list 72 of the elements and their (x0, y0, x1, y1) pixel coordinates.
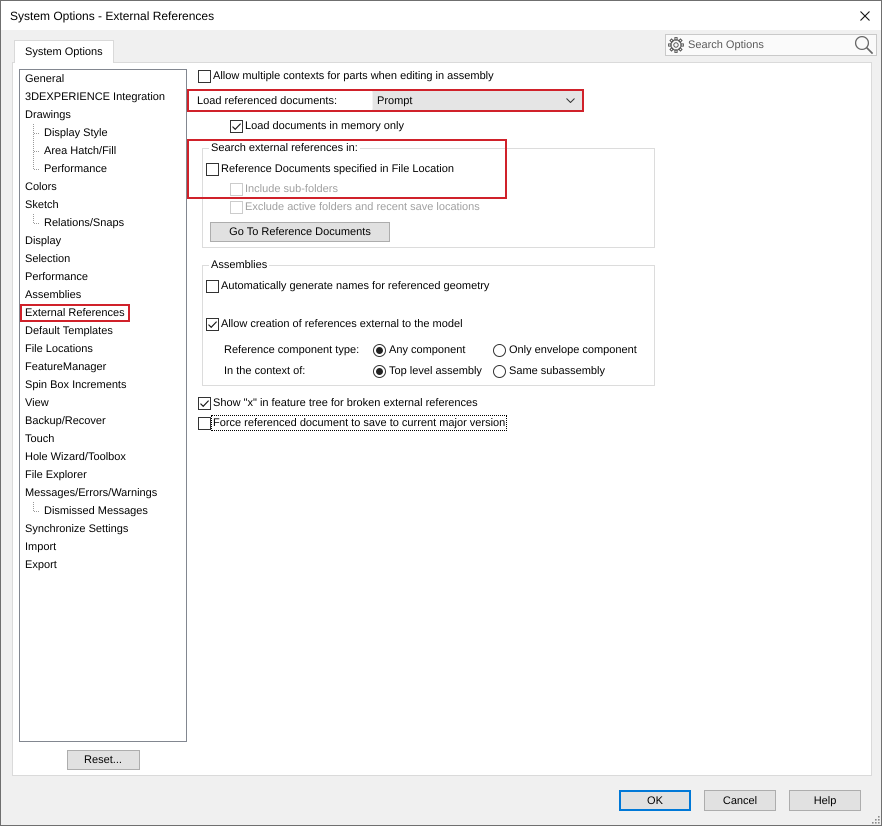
tree-connector (33, 502, 39, 512)
tree-item[interactable]: Display (20, 232, 66, 250)
search-field[interactable]: Search Options (665, 34, 877, 56)
field-label: In the context of: (224, 365, 306, 377)
action-button[interactable]: Go To Reference Documents (210, 222, 390, 242)
radio-label[interactable]: Same subassembly (509, 365, 605, 377)
chevron-down-icon (566, 98, 575, 103)
radio-button[interactable] (493, 364, 506, 378)
tree-item[interactable]: Import (20, 538, 62, 556)
tree-item[interactable]: FeatureManager (20, 358, 112, 376)
tree-item[interactable]: Display Style (39, 124, 113, 142)
radio-label[interactable]: Any component (389, 344, 466, 356)
checkbox-label[interactable]: Allow multiple contexts for parts when editing in assembly (212, 69, 495, 83)
reset-button[interactable]: Reset... (66, 750, 140, 770)
tree-item[interactable]: View (20, 394, 54, 412)
checkbox[interactable] (198, 70, 211, 82)
checkbox[interactable] (198, 416, 211, 430)
tree-item[interactable]: Selection (20, 250, 76, 268)
field-label: Reference component type: (224, 344, 360, 356)
checkbox[interactable] (206, 162, 219, 176)
tree-item[interactable]: Assemblies (20, 286, 86, 304)
checkbox[interactable] (206, 280, 219, 292)
radio-button[interactable] (373, 364, 386, 378)
checkbox[interactable] (198, 396, 211, 410)
close-icon (860, 10, 870, 20)
checkbox-label[interactable]: Force referenced document to save to current major version (212, 416, 506, 430)
checkbox-label[interactable]: Reference Documents specified in File Location (220, 162, 455, 176)
radio-button[interactable] (493, 344, 506, 356)
tree-item[interactable]: External References (20, 304, 130, 322)
field-label: Load referenced documents: (197, 94, 338, 106)
tree-item[interactable]: File Explorer (20, 466, 92, 484)
checkbox[interactable] (230, 120, 243, 132)
close-button[interactable] (860, 10, 870, 20)
tree-item[interactable]: Synchronize Settings (20, 520, 134, 538)
tree-item[interactable]: Dismissed Messages (39, 502, 153, 520)
tree-item[interactable]: Relations/Snaps (39, 214, 130, 232)
tree-item[interactable]: Drawings (20, 106, 76, 124)
tree-item[interactable]: Area Hatch/Fill (39, 142, 122, 160)
checkbox-label[interactable]: Load documents in memory only (244, 119, 405, 133)
search-icon (854, 35, 874, 55)
tree-item[interactable]: Sketch (20, 196, 64, 214)
checkbox[interactable] (206, 318, 219, 330)
group-title: Search external references in: (210, 141, 359, 155)
radio-button[interactable] (373, 344, 386, 356)
tree-connector (33, 214, 39, 224)
help-button[interactable]: Help (789, 790, 861, 811)
tree-item[interactable]: Hole Wizard/Toolbox (20, 448, 131, 466)
ok-button[interactable]: OK (619, 790, 691, 811)
tree-item[interactable]: Touch (20, 430, 60, 448)
resize-grip-icon (870, 814, 880, 824)
gear-icon (668, 37, 684, 53)
tree-item[interactable]: Export (20, 556, 62, 574)
checkbox-label[interactable]: Allow creation of references external to the model (220, 317, 464, 331)
tree-item[interactable]: General (20, 70, 70, 88)
tree-item[interactable]: Backup/Recover (20, 412, 111, 430)
tree-item[interactable]: Spin Box Increments (20, 376, 132, 394)
tree-item[interactable]: Messages/Errors/Warnings (20, 484, 162, 502)
tree-item[interactable]: Default Templates (20, 322, 118, 340)
radio-label[interactable]: Top level assembly (389, 365, 482, 377)
tree-item[interactable]: File Locations (20, 340, 98, 358)
cancel-button[interactable]: Cancel (704, 790, 776, 811)
window-title: System Options - External References (10, 8, 214, 22)
tree-item[interactable]: Performance (39, 160, 112, 178)
tree-item[interactable]: Performance (20, 268, 93, 286)
radio-label[interactable]: Only envelope component (509, 344, 637, 356)
tree-item[interactable]: Colors (20, 178, 62, 196)
checkbox-label[interactable]: Show "x" in feature tree for broken external references (212, 396, 479, 410)
checkbox-label[interactable]: Automatically generate names for referenced geometry (220, 279, 490, 293)
tree-item[interactable]: 3DEXPERIENCE Integration (20, 88, 170, 106)
tab[interactable]: System Options (14, 40, 114, 63)
dropdown[interactable]: Prompt (372, 91, 582, 110)
group-title: Assemblies (210, 258, 268, 272)
